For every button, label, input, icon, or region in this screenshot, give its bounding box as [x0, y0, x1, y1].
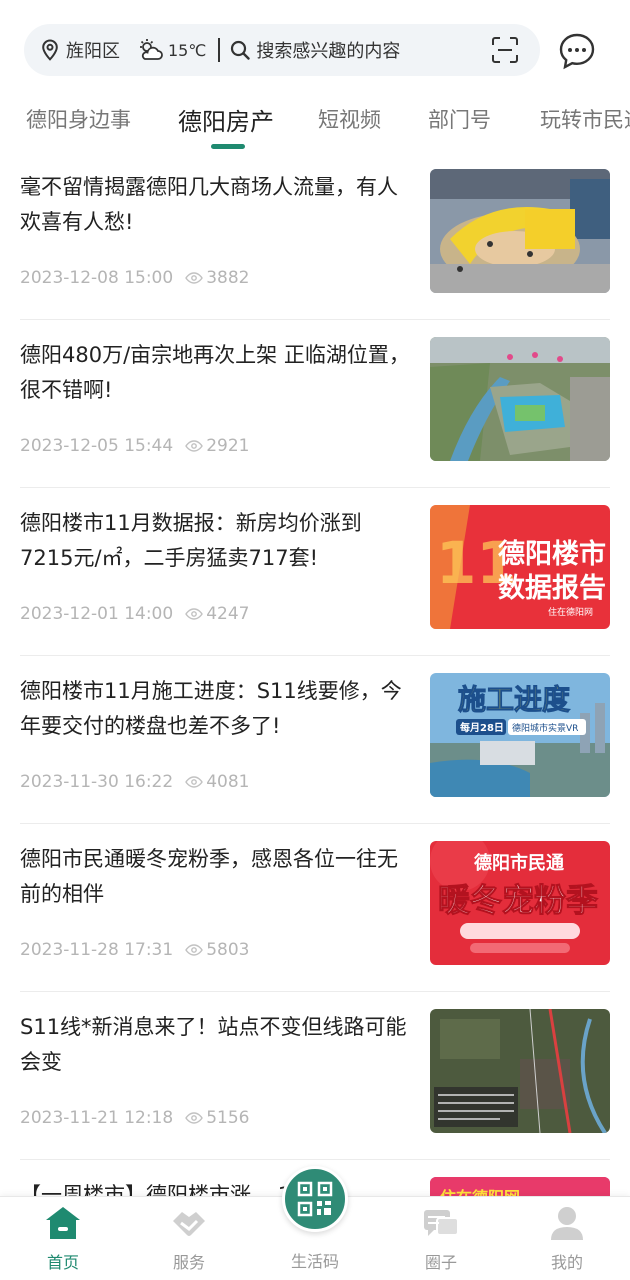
news-item[interactable]: 德阳楼市11月施工进度：S11线要修，今年要交付的楼盘也差不多了! 2023-1…	[20, 656, 610, 824]
news-item[interactable]: S11线*新消息来了！站点不变但线路可能会变 2023-11-21 12:18 …	[20, 992, 610, 1160]
nav-label: 我的	[550, 1253, 583, 1272]
life-code-label[interactable]: 生活码	[270, 1248, 360, 1272]
message-bubble-icon[interactable]	[558, 32, 596, 70]
news-item[interactable]: 德阳市民通暖冬宠粉季，感恩各位一往无前的相伴 2023-11-28 17:31 …	[20, 824, 610, 992]
news-views: 4247	[206, 604, 250, 624]
news-date: 2023-11-21 12:18	[20, 1108, 174, 1128]
location-pin-icon[interactable]	[40, 39, 60, 61]
news-meta: 2023-12-05 15:44 2921	[20, 436, 249, 456]
news-views: 4081	[206, 772, 250, 792]
news-date: 2023-12-01 14:00	[20, 604, 174, 624]
handshake-icon	[173, 1212, 205, 1236]
news-list: 毫不留情揭露德阳几大商场人流量，有人欢喜有人愁! 2023-12-08 15:0…	[0, 152, 630, 1280]
chat-group-icon	[424, 1210, 459, 1236]
market-data-report-image: 11 德阳楼市 数据报告 住在德阳网	[430, 505, 610, 629]
news-meta: 2023-12-01 14:00 4247	[20, 604, 249, 624]
news-date: 2023-11-30 16:22	[20, 772, 174, 792]
thumb-brand: 德阳市民通	[474, 852, 564, 874]
nav-label: 圈子	[424, 1253, 457, 1272]
tab-shenbianshi[interactable]: 德阳身边事	[26, 104, 131, 134]
news-views: 5156	[206, 1108, 250, 1128]
news-title[interactable]: 德阳楼市11月数据报：新房均价涨到7215元/㎡，二手房猛卖717套!	[20, 506, 410, 576]
nav-mine[interactable]: 我的	[522, 1203, 612, 1273]
search-icon[interactable]	[230, 40, 251, 60]
eye-icon	[185, 608, 204, 620]
news-meta: 2023-11-21 12:18 5156	[20, 1108, 249, 1128]
news-thumbnail[interactable]	[430, 169, 610, 293]
top-bar: 旌阳区 15℃ 搜索感兴趣的内容	[0, 0, 630, 96]
search-divider	[218, 38, 221, 62]
nav-service[interactable]: 服务	[144, 1203, 234, 1273]
news-title[interactable]: 德阳市民通暖冬宠粉季，感恩各位一往无前的相伴	[20, 842, 410, 912]
search-bar[interactable]: 旌阳区 15℃ 搜索感兴趣的内容	[24, 24, 540, 76]
weather-cloud-sun-icon	[140, 39, 163, 60]
news-date: 2023-12-05 15:44	[20, 436, 174, 456]
tab-bumenhao[interactable]: 部门号	[428, 104, 491, 134]
life-code-button[interactable]	[282, 1166, 348, 1232]
news-meta: 2023-11-28 17:31 5803	[20, 940, 249, 960]
scan-icon[interactable]	[490, 35, 520, 65]
news-views: 3882	[206, 268, 250, 288]
nav-label: 服务	[172, 1253, 205, 1272]
thumb-title-line1: 德阳楼市	[498, 538, 606, 570]
news-item[interactable]: 德阳楼市11月数据报：新房均价涨到7215元/㎡，二手房猛卖717套! 2023…	[20, 488, 610, 656]
news-title[interactable]: 德阳楼市11月施工进度：S11线要修，今年要交付的楼盘也差不多了!	[20, 674, 410, 744]
temperature-label: 15℃	[168, 40, 207, 60]
home-icon	[46, 1207, 80, 1239]
winter-fan-season-image: 德阳市民通 暖冬宠粉季	[430, 841, 610, 965]
news-thumbnail[interactable]	[430, 1009, 610, 1133]
user-profile-icon	[551, 1207, 583, 1240]
nav-circle[interactable]: 圈子	[396, 1203, 486, 1273]
active-tab-indicator	[211, 144, 245, 149]
news-item[interactable]: 毫不留情揭露德阳几大商场人流量，有人欢喜有人愁! 2023-12-08 15:0…	[20, 152, 610, 320]
news-views: 5803	[206, 940, 250, 960]
location-label[interactable]: 旌阳区	[66, 37, 120, 63]
news-title[interactable]: S11线*新消息来了！站点不变但线路可能会变	[20, 1010, 410, 1080]
nav-label: 首页	[46, 1253, 79, 1272]
construction-progress-image: 施工进度 每月28日 德阳城市实景VR	[430, 673, 610, 797]
eye-icon	[185, 440, 204, 452]
news-date: 2023-12-08 15:00	[20, 268, 174, 288]
qr-code-icon	[297, 1181, 333, 1217]
eye-icon	[185, 272, 204, 284]
news-meta: 2023-12-08 15:00 3882	[20, 268, 249, 288]
thumb-title-line2: 数据报告	[498, 573, 606, 604]
news-item[interactable]: 德阳480万/亩宗地再次上架 正临湖位置，很不错啊! 2023-12-05 15…	[20, 320, 610, 488]
thumb-tag2: 德阳城市实景VR	[512, 722, 578, 734]
tab-wanzhuan[interactable]: 玩转市民通	[540, 104, 630, 134]
news-title[interactable]: 德阳480万/亩宗地再次上架 正临湖位置，很不错啊!	[20, 338, 410, 408]
mall-interior-image	[430, 169, 610, 293]
thumb-title: 暖冬宠粉季	[438, 881, 598, 919]
eye-icon	[185, 776, 204, 788]
eye-icon	[185, 944, 204, 956]
news-thumbnail[interactable]	[430, 337, 610, 461]
nav-home[interactable]: 首页	[18, 1203, 108, 1273]
news-date: 2023-11-28 17:31	[20, 940, 174, 960]
search-input[interactable]: 搜索感兴趣的内容	[256, 37, 490, 63]
news-thumbnail[interactable]: 11 德阳楼市 数据报告 住在德阳网	[430, 505, 610, 629]
tab-duanshipin[interactable]: 短视频	[318, 104, 381, 134]
aerial-land-map-image	[430, 337, 610, 461]
thumb-brand: 住在德阳网	[548, 606, 593, 618]
tab-fangchan[interactable]: 德阳房产	[178, 102, 274, 137]
eye-icon	[185, 1112, 204, 1124]
thumb-title: 施工进度	[458, 683, 570, 716]
satellite-route-map-image	[430, 1009, 610, 1133]
category-tabs: 德阳身边事 德阳房产 短视频 部门号 玩转市民通	[0, 98, 630, 154]
news-meta: 2023-11-30 16:22 4081	[20, 772, 249, 792]
news-views: 2921	[206, 436, 250, 456]
news-title[interactable]: 毫不留情揭露德阳几大商场人流量，有人欢喜有人愁!	[20, 170, 410, 240]
thumb-tag1: 每月28日	[460, 721, 504, 734]
news-thumbnail[interactable]: 施工进度 每月28日 德阳城市实景VR	[430, 673, 610, 797]
news-thumbnail[interactable]: 德阳市民通 暖冬宠粉季	[430, 841, 610, 965]
